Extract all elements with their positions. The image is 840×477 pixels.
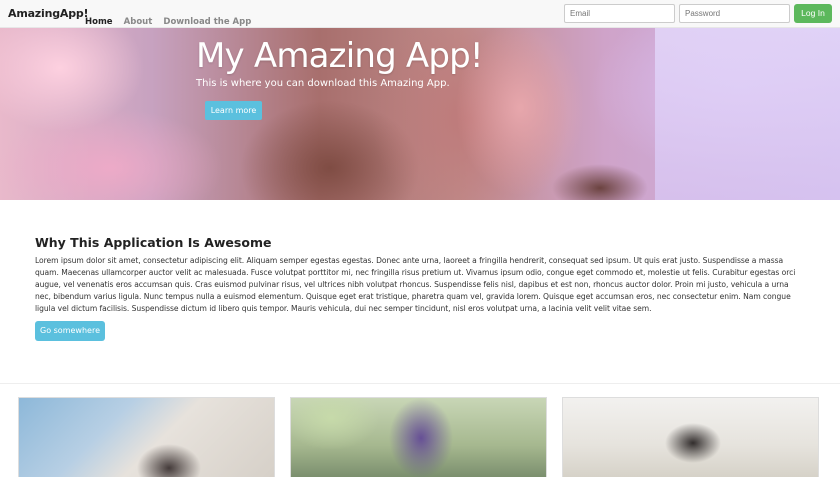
nav-link-download[interactable]: Download the App — [163, 17, 251, 27]
email-field[interactable] — [564, 4, 675, 23]
section-title: Why This Application Is Awesome — [35, 235, 272, 250]
password-field[interactable] — [679, 4, 790, 23]
section-body-text: Lorem ipsum dolor sit amet, consectetur … — [35, 256, 796, 313]
section-divider — [0, 383, 840, 384]
card-image-2 — [290, 397, 547, 477]
nav-link-about[interactable]: About — [124, 17, 153, 27]
navbar: AmazingApp! Home About Download the App … — [0, 0, 840, 28]
brand-logo[interactable]: AmazingApp! — [8, 7, 89, 20]
card-image-1 — [18, 397, 275, 477]
hero-background-detail — [540, 148, 660, 200]
nav-links: Home About Download the App — [85, 9, 257, 27]
nav-link-home[interactable]: Home — [85, 17, 113, 27]
login-button[interactable]: Log In — [794, 4, 832, 23]
card-image-3 — [562, 397, 819, 477]
hero-subtitle: This is where you can download this Amaz… — [196, 78, 450, 89]
learn-more-button[interactable]: Learn more — [205, 101, 262, 120]
hero-background-sky — [655, 28, 840, 200]
hero-banner: My Amazing App! This is where you can do… — [0, 28, 840, 200]
about-section: Why This Application Is Awesome Lorem ip… — [0, 200, 840, 384]
go-somewhere-button[interactable]: Go somewhere — [35, 321, 105, 341]
hero-title: My Amazing App! — [196, 36, 484, 76]
